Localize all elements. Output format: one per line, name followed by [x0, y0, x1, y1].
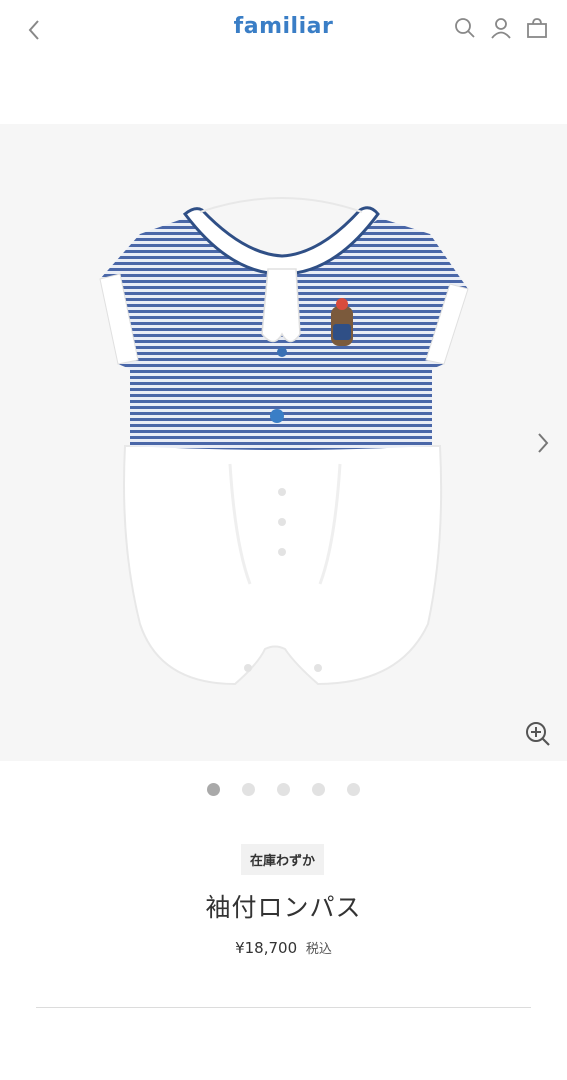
pagination-dot-3[interactable] [277, 783, 290, 796]
account-button[interactable] [489, 16, 513, 40]
product-image [99, 197, 469, 686]
product-title: 袖付ロンパス [205, 893, 362, 922]
header-icons [453, 16, 549, 40]
price-row: ¥18,700 税込 [0, 938, 567, 957]
gallery-pagination [0, 783, 567, 796]
header-bar: familiar [0, 0, 567, 62]
pagination-dot-5[interactable] [347, 783, 360, 796]
user-icon [491, 18, 511, 39]
zoom-button[interactable] [523, 719, 553, 749]
pagination-dot-2[interactable] [242, 783, 255, 796]
chevron-right-icon [538, 433, 549, 453]
next-slide-button[interactable] [529, 426, 557, 460]
cart-button[interactable] [525, 16, 549, 40]
section-divider [36, 1007, 531, 1008]
product-image-gallery[interactable] [0, 124, 567, 761]
pagination-dot-4[interactable] [312, 783, 325, 796]
pagination-dot-1[interactable] [207, 783, 220, 796]
tax-note: 税込 [305, 942, 332, 957]
search-button[interactable] [453, 16, 477, 40]
stock-badge: 在庫わずか [241, 844, 324, 875]
product-price: ¥18,700 [235, 939, 298, 957]
zoom-in-icon [526, 722, 550, 746]
bag-icon [527, 18, 547, 38]
search-icon [455, 18, 475, 38]
